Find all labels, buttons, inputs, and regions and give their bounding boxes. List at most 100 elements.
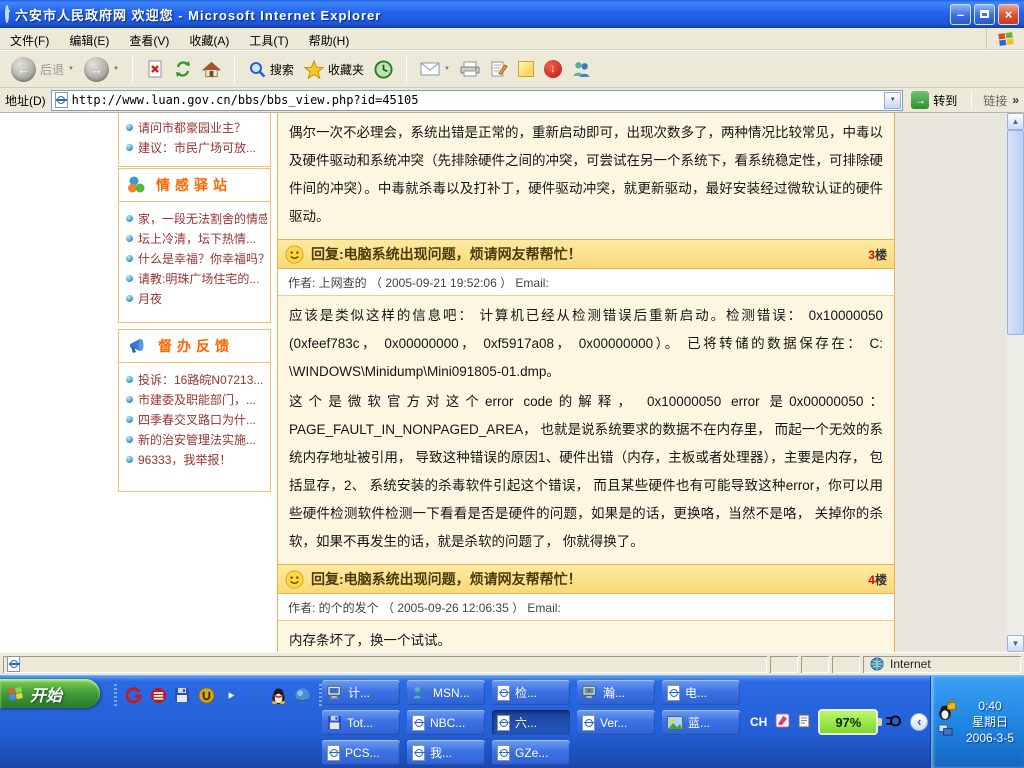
- favorites-button[interactable]: 收藏夹: [301, 58, 367, 81]
- favorites-label: 收藏夹: [328, 61, 364, 78]
- input-method-icon[interactable]: [775, 713, 790, 731]
- mail-icon: [420, 62, 440, 76]
- address-url[interactable]: http://www.luan.gov.cn/bbs/bbs_view.php?…: [72, 93, 881, 107]
- taskbar-button-ie-4[interactable]: Ver...: [577, 710, 655, 735]
- taskbar-button-msn[interactable]: MSN...: [407, 680, 485, 705]
- list-item[interactable]: 新的治安管理法实施...: [126, 429, 267, 449]
- network-tray-icon[interactable]: [938, 724, 954, 740]
- clock-panel[interactable]: 0:40 星期日 2006-3-5: [930, 676, 1024, 768]
- flashget-button[interactable]: ↓: [541, 58, 565, 80]
- history-button[interactable]: [371, 58, 396, 81]
- flashget-icon: ↓: [544, 60, 562, 78]
- quicklaunch-handle[interactable]: [114, 684, 117, 706]
- power-plug-icon[interactable]: [886, 714, 902, 731]
- smiley-icon: [285, 570, 304, 589]
- links-more-icon[interactable]: »: [1012, 93, 1019, 107]
- refresh-button[interactable]: [171, 58, 195, 80]
- qq-icon[interactable]: [269, 686, 287, 704]
- menu-edit[interactable]: 编辑(E): [59, 28, 119, 49]
- home-button[interactable]: [199, 59, 224, 80]
- taskbar-button-ie-3[interactable]: NBC...: [407, 710, 485, 735]
- mail-dropdown-icon[interactable]: ▼: [444, 66, 450, 72]
- list-item[interactable]: 96333，我举报！: [126, 449, 267, 469]
- list-item[interactable]: 家，一段无法割舍的情感: [126, 208, 267, 228]
- back-button[interactable]: ← 后退 ▼: [8, 55, 77, 84]
- ie-page-icon: [412, 715, 425, 731]
- ultraedit-icon[interactable]: [197, 686, 215, 704]
- address-dropdown-button[interactable]: ▼: [884, 92, 901, 109]
- forward-button[interactable]: → ▼: [81, 55, 122, 84]
- list-item[interactable]: 坛上冷清，坛下热情...: [126, 228, 267, 248]
- favorites-star-icon: [304, 60, 324, 79]
- language-indicator[interactable]: CH: [750, 715, 767, 729]
- menu-help[interactable]: 帮助(H): [299, 28, 360, 49]
- qq-tray-icon[interactable]: [938, 704, 954, 721]
- taskbar-button-ie-6[interactable]: 我...: [407, 740, 485, 765]
- address-input[interactable]: http://www.luan.gov.cn/bbs/bbs_view.php?…: [51, 90, 904, 111]
- taskbar-button-image-viewer[interactable]: 蓝...: [662, 710, 740, 735]
- ie-quicklaunch-icon[interactable]: [245, 686, 263, 704]
- restore-icon: [980, 10, 989, 18]
- page-gray-area: [895, 113, 1007, 652]
- messenger-button[interactable]: [569, 59, 594, 80]
- minimize-button[interactable]: –: [950, 4, 971, 25]
- taskbar-button-computer[interactable]: 计...: [322, 680, 400, 705]
- list-item[interactable]: 什么是幸福？你幸福吗？: [126, 248, 267, 268]
- taskbar-button-ie-1[interactable]: 检...: [492, 680, 570, 705]
- restore-button[interactable]: [974, 4, 995, 25]
- scroll-up-icon: ▲: [1012, 117, 1020, 126]
- mail-button[interactable]: ▼: [417, 60, 453, 78]
- links-label[interactable]: 链接: [983, 92, 1007, 109]
- edit-button[interactable]: [487, 58, 511, 80]
- tray-collapse-button[interactable]: ‹: [910, 713, 928, 731]
- list-item[interactable]: 请问市都豪园业主？: [126, 117, 267, 137]
- red-badge-app-icon[interactable]: [149, 686, 167, 704]
- taskbar-button-ie-5[interactable]: PCS...: [322, 740, 400, 765]
- menu-tools[interactable]: 工具(T): [239, 28, 298, 49]
- red-g-app-icon[interactable]: [125, 686, 143, 704]
- ie-page-icon: [582, 715, 595, 731]
- list-item[interactable]: 请教:明珠广场住宅的...: [126, 268, 267, 288]
- bullet-icon: [126, 235, 133, 242]
- windows-flag-icon: [7, 686, 24, 701]
- scrollbar-thumb[interactable]: [1007, 130, 1024, 335]
- list-item[interactable]: 投诉：16路皖N07213...: [126, 369, 267, 389]
- list-item[interactable]: 建议：市民广场可放...: [126, 137, 267, 157]
- menu-view[interactable]: 查看(V): [119, 28, 179, 49]
- desktop-screen: 六安市人民政府网 欢迎您 - Microsoft Internet Explor…: [0, 0, 1024, 768]
- battery-indicator[interactable]: 97%: [818, 709, 878, 735]
- floppy-save-icon[interactable]: [173, 686, 191, 704]
- ie-page-icon: [55, 92, 68, 108]
- search-button[interactable]: 搜索: [245, 58, 297, 80]
- status-panel: [832, 656, 860, 673]
- close-button[interactable]: ×: [998, 4, 1019, 25]
- taskbar-button-ie-7[interactable]: GZe...: [492, 740, 570, 765]
- bullet-icon: [126, 456, 133, 463]
- minimize-icon: –: [957, 7, 964, 22]
- notes-button[interactable]: [515, 59, 537, 79]
- section-header-emotion: 情感驿站: [119, 169, 270, 202]
- taskbar-button-luan-active[interactable]: 六...: [492, 710, 570, 735]
- vertical-scrollbar[interactable]: ▲ ▼: [1007, 113, 1024, 652]
- menu-favorites[interactable]: 收藏(A): [179, 28, 239, 49]
- list-item[interactable]: 市建委及职能部门，...: [126, 389, 267, 409]
- print-button[interactable]: [457, 59, 483, 79]
- go-button[interactable]: → 转到: [908, 91, 960, 109]
- menu-file[interactable]: 文件(F): [0, 28, 59, 49]
- floor-badge: 3楼: [868, 246, 887, 263]
- stop-button[interactable]: [143, 58, 167, 80]
- list-item[interactable]: 月夜: [126, 288, 267, 308]
- scroll-up-button[interactable]: ▲: [1007, 113, 1024, 130]
- media-player-icon[interactable]: [221, 686, 239, 704]
- print-icon: [460, 61, 480, 77]
- list-item[interactable]: 四季春交叉路口为什...: [126, 409, 267, 429]
- start-button[interactable]: 开始: [0, 679, 100, 708]
- back-dropdown-icon[interactable]: ▼: [68, 66, 74, 72]
- taskbar-button-ie-2[interactable]: 电...: [662, 680, 740, 705]
- scroll-down-button[interactable]: ▼: [1007, 635, 1024, 652]
- tray-doc-icon[interactable]: [798, 714, 810, 731]
- taskbar-button-monitor-app[interactable]: 瀚...: [577, 680, 655, 705]
- taskbar-button-total-commander[interactable]: Tot...: [322, 710, 400, 735]
- forward-dropdown-icon[interactable]: ▼: [113, 66, 119, 72]
- globe-app-icon[interactable]: [293, 686, 311, 704]
